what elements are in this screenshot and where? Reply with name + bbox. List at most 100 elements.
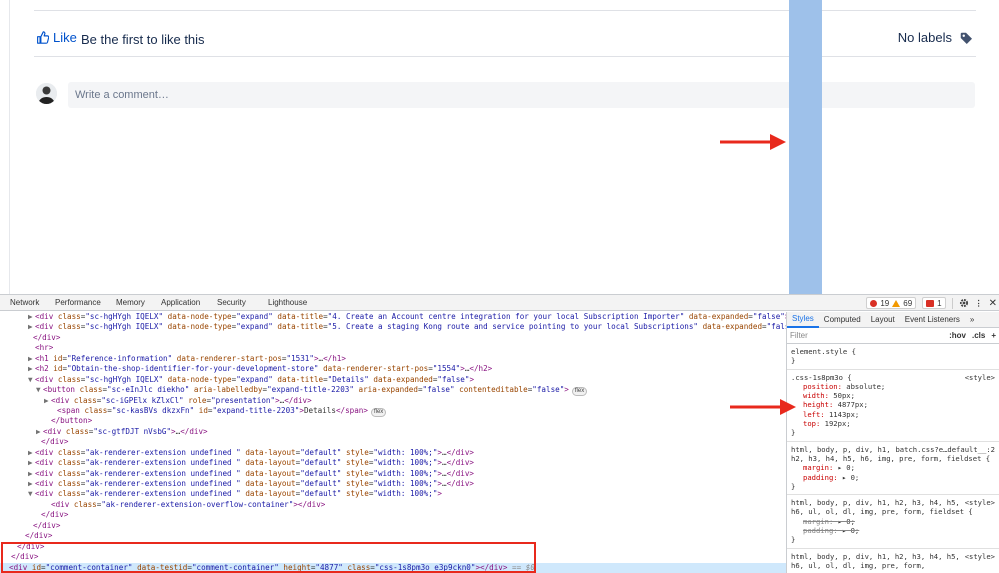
- dom-node[interactable]: </div>: [0, 521, 786, 531]
- filter-input[interactable]: Filter: [790, 331, 808, 340]
- dom-node[interactable]: <hr>: [0, 343, 786, 353]
- issues-counter[interactable]: 19 69: [866, 297, 917, 309]
- dom-node-markup: <div class="ak-renderer-extension undefi…: [35, 458, 474, 468]
- dom-node[interactable]: ▶ <h1 id="Reference-information" data-ren…: [0, 354, 786, 364]
- rule-source-link[interactable]: <style>: [965, 498, 995, 507]
- tab-network[interactable]: Network: [10, 298, 39, 307]
- dom-node-markup: </div>: [41, 510, 69, 520]
- expand-toggle-icon[interactable]: ▼: [36, 385, 43, 395]
- styles-filter: Filter :hov .cls +: [787, 328, 999, 344]
- expand-toggle-icon[interactable]: ▼: [28, 375, 35, 385]
- annotation-arrow-icon: [730, 399, 796, 415]
- rule-source-link[interactable]: <style>: [965, 373, 995, 382]
- dom-node[interactable]: ▶ <div class="sc-gtfDJT nVsbG">…</div>: [0, 427, 786, 437]
- cls-button[interactable]: .cls: [972, 331, 985, 340]
- tab-computed[interactable]: Computed: [819, 312, 866, 328]
- dom-node-markup: </button>: [51, 416, 93, 426]
- expand-toggle-icon[interactable]: ▶: [28, 458, 35, 468]
- expand-toggle-icon[interactable]: ▶: [28, 469, 35, 479]
- separator: [951, 297, 953, 309]
- dom-node-markup: </div>: [41, 437, 69, 447]
- css-rule[interactable]: <style> html, body, p, div, h1, h2, h3, h…: [787, 495, 999, 549]
- dom-node[interactable]: </div>: [0, 333, 786, 343]
- dom-node-markup: <div class="ak-renderer-extension undefi…: [35, 468, 474, 478]
- expand-toggle-icon[interactable]: ▶: [28, 448, 35, 458]
- dom-node[interactable]: </button>: [0, 416, 786, 426]
- dom-node[interactable]: </div>: [0, 531, 786, 541]
- dom-node[interactable]: ▶ <div class="ak-renderer-extension undef…: [0, 469, 786, 479]
- css-property[interactable]: position: absolute;: [791, 382, 995, 391]
- issues-badge[interactable]: 1: [922, 297, 946, 309]
- dom-node-markup: <div class="sc-hgHYgh IQELX" data-node-t…: [35, 374, 475, 384]
- tab-layout[interactable]: Layout: [866, 312, 900, 328]
- dom-node[interactable]: ▶ <div class="ak-renderer-extension undef…: [0, 458, 786, 468]
- screen: Like Be the first to like this No labels…: [0, 0, 999, 573]
- dom-node-markup: </div>: [33, 520, 61, 530]
- expand-toggle-icon[interactable]: ▼: [28, 489, 35, 499]
- dom-node[interactable]: ▶ <div class="sc-hgHYgh IQELX" data-node-…: [0, 312, 786, 322]
- dom-node[interactable]: <span class="sc-kasBVs dkzxFn" id="expan…: [0, 406, 786, 417]
- dom-node[interactable]: ▼ <div class="sc-hgHYgh IQELX" data-node-…: [0, 375, 786, 385]
- css-property[interactable]: height: 4877px;: [791, 400, 995, 409]
- dom-node-markup: <hr>: [35, 343, 54, 353]
- dom-node[interactable]: ▶ <div class="ak-renderer-extension undef…: [0, 448, 786, 458]
- dom-node-markup: <h2 id="Obtain-the-shop-identifier-for-y…: [35, 364, 493, 374]
- dom-node[interactable]: ▶ <h2 id="Obtain-the-shop-identifier-for-…: [0, 364, 786, 374]
- css-rule[interactable]: <style> html, body, p, div, h1, h2, h3, h…: [787, 549, 999, 573]
- close-icon[interactable]: ✕: [989, 298, 997, 309]
- rule-close: }: [791, 356, 796, 366]
- css-property[interactable]: margin: ▸ 0;: [791, 463, 995, 472]
- dom-node[interactable]: </div>: [0, 437, 786, 447]
- elements-tree[interactable]: ▶ <div class="sc-hgHYgh IQELX" data-node-…: [0, 312, 786, 573]
- css-property[interactable]: padding: ▸ 0;: [791, 526, 995, 535]
- css-property[interactable]: top: 192px;: [791, 419, 995, 428]
- dom-node[interactable]: ▼ <div class="ak-renderer-extension undef…: [0, 489, 786, 499]
- like-button[interactable]: Like: [36, 30, 77, 45]
- tab-application[interactable]: Application: [161, 298, 200, 307]
- css-rule[interactable]: batch.css?e…default__:2 html, body, p, di…: [787, 442, 999, 496]
- dom-node-markup: <div class="sc-gtfDJT nVsbG">…</div>: [43, 426, 208, 436]
- expand-toggle-icon[interactable]: ▶: [28, 322, 35, 332]
- expand-toggle-icon[interactable]: ▶: [28, 312, 35, 322]
- labels-area: No labels: [898, 30, 972, 45]
- dom-node[interactable]: ▶ <div class="ak-renderer-extension undef…: [0, 479, 786, 489]
- more-options-icon[interactable]: ⋮: [975, 299, 983, 308]
- css-rule[interactable]: <style> .css-1s8pm3o {position: absolute;…: [787, 370, 999, 442]
- expand-toggle-icon[interactable]: ▶: [28, 354, 35, 364]
- comment-placeholder: Write a comment…: [75, 89, 169, 101]
- more-tabs-icon[interactable]: »: [965, 312, 979, 328]
- first-like-text: Be the first to like this: [81, 32, 205, 47]
- css-property[interactable]: width: 50px;: [791, 391, 995, 400]
- tab-styles[interactable]: Styles: [787, 312, 819, 328]
- expand-toggle-icon[interactable]: ▶: [28, 364, 35, 374]
- dom-node[interactable]: ▼ <button class="sc-eInJlc diekho" aria-l…: [0, 385, 786, 397]
- tag-icon[interactable]: [960, 32, 972, 44]
- dom-node[interactable]: <div class="ak-renderer-extension-overfl…: [0, 500, 786, 510]
- css-property[interactable]: margin: ▸ 0;: [791, 517, 995, 526]
- gear-icon[interactable]: [959, 298, 969, 308]
- dom-node-markup: <div class="sc-iGPElx kZlxCl" role="pres…: [51, 395, 312, 405]
- no-labels-text: No labels: [897, 30, 952, 45]
- element-highlight-overlay: [789, 0, 822, 294]
- dom-node[interactable]: </div>: [0, 510, 786, 520]
- expand-toggle-icon[interactable]: ▶: [36, 427, 43, 437]
- css-rule[interactable]: element.style {}: [787, 344, 999, 370]
- dom-node[interactable]: ▶ <div class="sc-hgHYgh IQELX" data-node-…: [0, 322, 786, 332]
- css-property[interactable]: padding: ▸ 0;: [791, 473, 995, 482]
- tab-event-listeners[interactable]: Event Listeners: [900, 312, 965, 328]
- comment-input[interactable]: Write a comment…: [68, 82, 975, 108]
- error-count: 19: [880, 298, 890, 308]
- tab-lighthouse[interactable]: Lighthouse: [268, 298, 307, 307]
- css-property[interactable]: left: 1143px;: [791, 410, 995, 419]
- tab-performance[interactable]: Performance: [55, 298, 101, 307]
- hov-button[interactable]: :hov: [949, 331, 966, 340]
- rule-source-link[interactable]: <style>: [965, 552, 995, 561]
- expand-toggle-icon[interactable]: ▶: [28, 479, 35, 489]
- rule-source-link[interactable]: batch.css?e…default__:2: [895, 445, 995, 454]
- styles-pane: Styles Computed Layout Event Listeners »…: [786, 312, 999, 573]
- dom-node[interactable]: ▶ <div class="sc-iGPElx kZlxCl" role="pre…: [0, 396, 786, 406]
- tab-security[interactable]: Security: [217, 298, 246, 307]
- add-rule-button[interactable]: +: [991, 331, 996, 340]
- expand-toggle-icon[interactable]: ▶: [44, 396, 51, 406]
- tab-memory[interactable]: Memory: [116, 298, 145, 307]
